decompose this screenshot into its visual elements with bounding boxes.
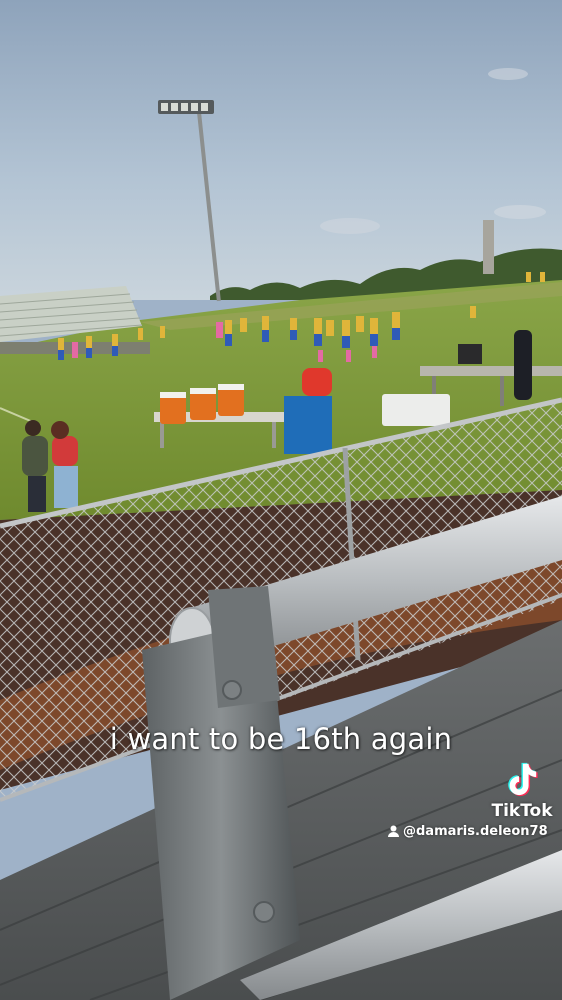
water-tower — [483, 220, 494, 274]
user-icon — [388, 825, 399, 837]
video-caption: i want to be 16th again — [109, 722, 453, 756]
watermark-username: @damaris.deleon78 — [388, 824, 548, 839]
handrail-bracket — [208, 586, 280, 708]
person-coach — [514, 330, 532, 400]
bolt — [253, 901, 275, 923]
sky — [0, 0, 562, 300]
tiktok-wordmark: TikTok — [491, 801, 553, 821]
person-red-shirt — [302, 368, 332, 396]
tiktok-note-icon — [508, 762, 538, 797]
cloud — [494, 205, 546, 219]
bolt — [222, 680, 242, 700]
white-cooler — [382, 394, 450, 426]
blue-bin — [284, 396, 332, 454]
cloud — [488, 68, 528, 80]
laptop — [458, 344, 482, 364]
stadium-scene — [0, 0, 562, 1000]
username-text: @damaris.deleon78 — [403, 824, 548, 839]
cloud — [320, 218, 380, 234]
